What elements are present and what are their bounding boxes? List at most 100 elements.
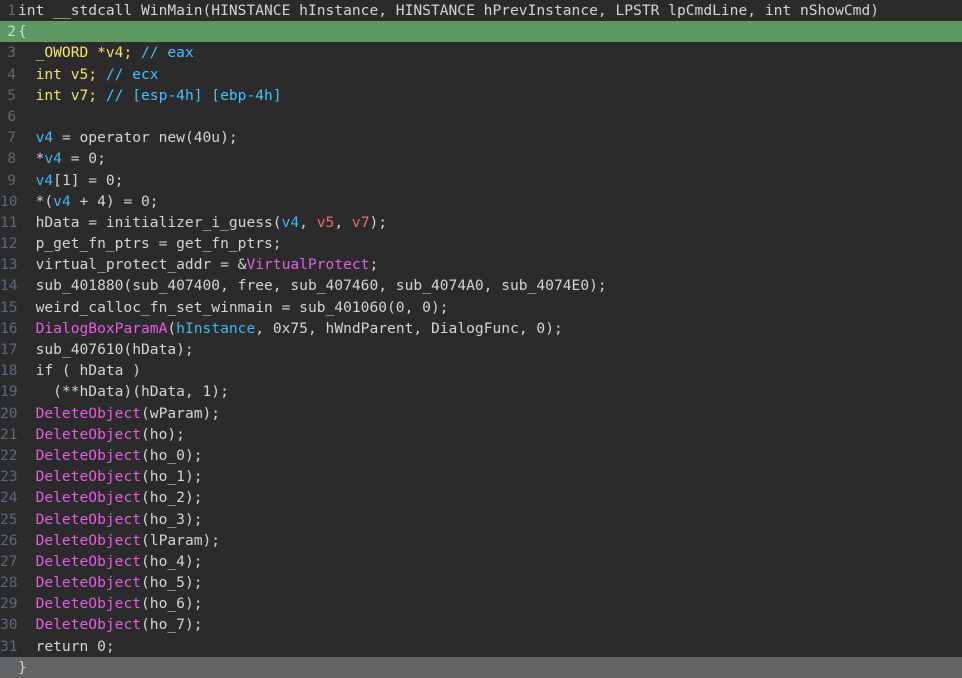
code-token[interactable]: v4 [36,172,54,189]
code-line[interactable]: 26 DeleteObject(lParam); [0,530,962,551]
code-token[interactable]: (ho_4); [141,553,203,570]
code-line[interactable]: 25 DeleteObject(ho_3); [0,509,962,530]
code-token[interactable]: DeleteObject [36,468,141,485]
code-token[interactable]: _OWORD *v4; [36,44,133,61]
code-token[interactable]: v4 [44,150,62,167]
code-text[interactable]: DeleteObject(ho_7); [18,614,203,635]
code-text[interactable]: sub_401880(sub_407400, free, sub_407460,… [18,275,607,296]
code-line[interactable]: 6 [0,106,962,127]
code-token[interactable]: sub_407610(hData); [18,341,194,358]
code-token[interactable]: = operator new(40u); [53,129,238,146]
code-token[interactable]: sub_401880(sub_407400, free, sub_407460,… [18,277,607,294]
code-token[interactable] [18,66,36,83]
code-token[interactable]: { [18,23,27,40]
code-token[interactable]: (ho); [141,426,185,443]
code-token[interactable]: (ho_5); [141,574,203,591]
code-token[interactable] [18,129,36,146]
code-text[interactable]: *(v4 + 4) = 0; [18,191,159,212]
code-token[interactable]: DeleteObject [36,574,141,591]
code-token[interactable]: (ho_6); [141,595,203,612]
code-text[interactable]: int v5; // ecx [18,64,159,85]
code-token[interactable] [18,595,36,612]
code-text[interactable]: hData = initializer_i_guess(v4, v5, v7); [18,212,388,233]
code-token[interactable] [18,44,36,61]
code-token[interactable]: hData = initializer_i_guess( [18,214,282,231]
code-token[interactable]: (lParam); [141,532,220,549]
code-token[interactable] [18,553,36,570]
code-line[interactable]: 3 _OWORD *v4; // eax [0,42,962,63]
code-text[interactable]: virtual_protect_addr = &VirtualProtect; [18,254,379,275]
code-token[interactable]: , [334,214,352,231]
code-token[interactable]: ( [167,320,176,337]
code-text[interactable]: DeleteObject(ho_0); [18,445,203,466]
code-token[interactable]: ; [369,256,378,273]
code-line[interactable]: 30 DeleteObject(ho_7); [0,614,962,635]
code-token[interactable]: } [18,659,27,676]
code-line[interactable]: 16 DialogBoxParamA(hInstance, 0x75, hWnd… [0,318,962,339]
code-token[interactable]: v7 [352,214,370,231]
code-text[interactable]: DeleteObject(ho_3); [18,509,203,530]
code-token[interactable] [18,574,36,591]
code-text[interactable]: _OWORD *v4; // eax [18,42,194,63]
code-text[interactable]: int __stdcall WinMain(HINSTANCE hInstanc… [18,0,879,21]
code-text[interactable]: sub_407610(hData); [18,339,194,360]
code-text[interactable]: if ( hData ) [18,360,141,381]
code-token[interactable]: (wParam); [141,405,220,422]
code-token[interactable]: DeleteObject [36,489,141,506]
code-token[interactable]: , [299,214,317,231]
code-token[interactable]: DialogBoxParamA [36,320,168,337]
code-token[interactable]: // ecx [97,66,159,83]
code-line[interactable]: 18 if ( hData ) [0,360,962,381]
code-token[interactable]: // eax [132,44,194,61]
code-token[interactable] [18,320,36,337]
code-token[interactable]: (ho_1); [141,468,203,485]
code-text[interactable]: { [18,21,27,42]
code-text[interactable]: DialogBoxParamA(hInstance, 0x75, hWndPar… [18,318,563,339]
code-text[interactable]: DeleteObject(ho_4); [18,551,203,572]
code-token[interactable]: , 0x75, hWndParent, DialogFunc, 0); [255,320,563,337]
code-text[interactable]: return 0; [18,636,115,657]
code-token[interactable]: hInstance [176,320,255,337]
code-text[interactable]: DeleteObject(ho_2); [18,487,203,508]
code-line[interactable]: 12 p_get_fn_ptrs = get_fn_ptrs; [0,233,962,254]
code-text[interactable]: DeleteObject(ho_1); [18,466,203,487]
code-text[interactable]: DeleteObject(lParam); [18,530,221,551]
code-line[interactable]: 4 int v5; // ecx [0,64,962,85]
code-token[interactable] [18,447,36,464]
code-token[interactable]: weird_calloc_fn_set_winmain = sub_401060… [18,299,449,316]
code-line[interactable]: 8 *v4 = 0; [0,148,962,169]
code-token[interactable] [18,616,36,633]
code-line[interactable]: 7 v4 = operator new(40u); [0,127,962,148]
code-token[interactable] [18,532,36,549]
code-token[interactable]: DeleteObject [36,426,141,443]
code-text[interactable]: DeleteObject(wParam); [18,403,221,424]
code-token[interactable]: ); [369,214,387,231]
code-token[interactable]: DeleteObject [36,447,141,464]
code-line[interactable]: 2{ [0,21,962,43]
code-text[interactable]: p_get_fn_ptrs = get_fn_ptrs; [18,233,282,254]
code-token[interactable] [18,511,36,528]
code-text[interactable]: v4[1] = 0; [18,170,124,191]
code-line[interactable]: 9 v4[1] = 0; [0,170,962,191]
code-token[interactable]: DeleteObject [36,532,141,549]
code-token[interactable] [18,87,36,104]
code-line[interactable]: 14 sub_401880(sub_407400, free, sub_4074… [0,275,962,296]
code-token[interactable]: [1] = 0; [53,172,123,189]
code-token[interactable]: if ( hData ) [18,362,141,379]
code-token[interactable]: (ho_3); [141,511,203,528]
code-line[interactable]: 27 DeleteObject(ho_4); [0,551,962,572]
code-token[interactable]: = 0; [62,150,106,167]
code-line[interactable]: 21 DeleteObject(ho); [0,424,962,445]
code-text[interactable]: weird_calloc_fn_set_winmain = sub_401060… [18,297,449,318]
code-token[interactable]: v4 [36,129,54,146]
code-token[interactable]: v5 [317,214,335,231]
code-token[interactable]: int __stdcall WinMain(HINSTANCE hInstanc… [18,2,879,19]
code-token[interactable]: int v7; [36,87,98,104]
code-line[interactable]: 31 return 0; [0,636,962,657]
code-token[interactable] [18,405,36,422]
code-line[interactable]: 5 int v7; // [esp-4h] [ebp-4h] [0,85,962,106]
code-token[interactable]: (ho_2); [141,489,203,506]
code-token[interactable]: p_get_fn_ptrs = get_fn_ptrs; [18,235,282,252]
code-text[interactable]: (**hData)(hData, 1); [18,381,229,402]
code-token[interactable]: + 4) = 0; [71,193,159,210]
